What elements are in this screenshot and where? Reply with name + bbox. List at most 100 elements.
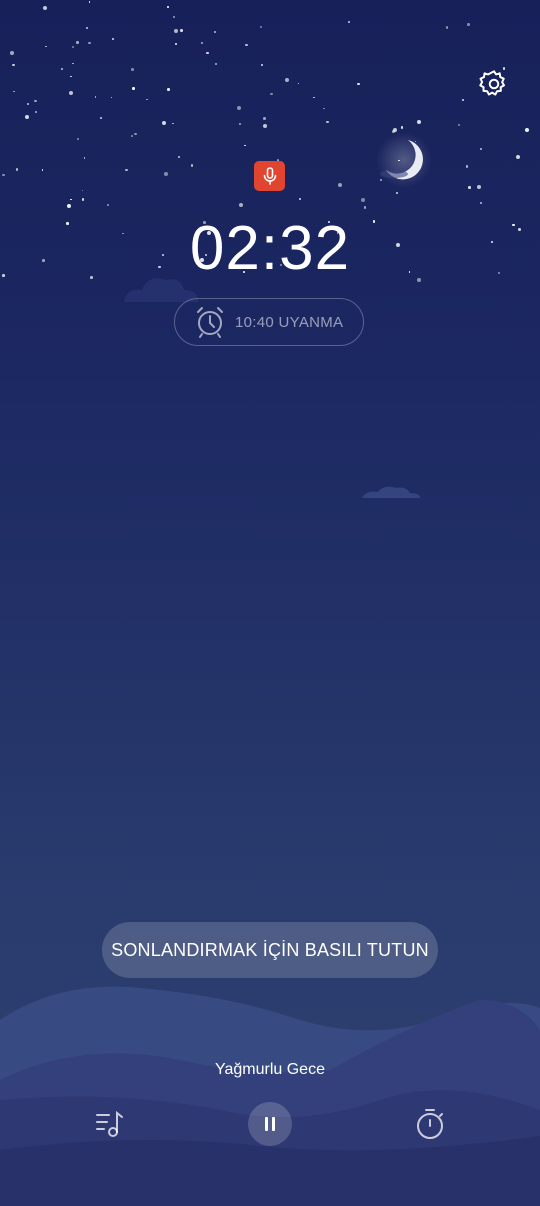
star <box>476 185 481 190</box>
star <box>15 168 19 171</box>
star <box>67 204 72 208</box>
star <box>348 21 351 24</box>
star <box>131 68 134 71</box>
stopwatch-icon <box>417 1109 443 1139</box>
hills-background <box>0 986 540 1206</box>
alarm-label: 10:40 UYANMA <box>235 313 344 331</box>
star <box>134 132 137 136</box>
star <box>190 164 194 167</box>
recording-indicator <box>254 161 285 191</box>
star <box>81 198 85 201</box>
star <box>298 197 302 201</box>
star <box>480 147 482 150</box>
star <box>213 30 217 33</box>
star <box>243 144 246 147</box>
star <box>467 23 470 26</box>
star <box>68 91 73 96</box>
star <box>81 189 84 192</box>
star <box>312 96 315 99</box>
pause-button[interactable] <box>248 1102 292 1146</box>
gear-icon <box>479 70 505 96</box>
star <box>172 122 174 125</box>
star <box>161 121 166 126</box>
playlist-button[interactable] <box>90 1104 130 1144</box>
star <box>88 0 91 3</box>
star <box>245 43 248 47</box>
star <box>111 37 115 40</box>
star <box>260 26 263 28</box>
alarm-button[interactable]: 10:40 UYANMA <box>174 298 364 346</box>
star <box>326 120 329 124</box>
star <box>270 92 273 96</box>
star <box>72 62 74 65</box>
star <box>43 5 48 10</box>
star <box>12 90 15 93</box>
star <box>106 203 109 206</box>
clock-time: 02:32 <box>189 214 351 283</box>
star <box>72 46 75 48</box>
star <box>2 173 5 176</box>
star <box>468 186 471 189</box>
star <box>164 172 169 177</box>
star <box>457 123 461 126</box>
star <box>200 41 203 45</box>
star <box>12 63 15 66</box>
star <box>25 115 30 120</box>
star <box>363 206 366 209</box>
star <box>172 15 176 19</box>
star <box>173 28 178 33</box>
star <box>177 155 181 159</box>
cloud <box>362 486 420 498</box>
star <box>45 45 47 48</box>
star <box>88 41 91 45</box>
star <box>323 107 326 110</box>
star <box>125 168 128 172</box>
star <box>480 201 483 204</box>
star <box>61 68 63 71</box>
microphone-icon <box>263 167 276 185</box>
hold-to-end-button[interactable]: SONLANDIRMAK İÇİN BASILI TUTUN <box>102 922 438 978</box>
alarm-clock-icon <box>197 307 223 338</box>
star <box>76 41 79 44</box>
star <box>400 126 404 129</box>
star <box>515 155 520 160</box>
star <box>238 123 241 125</box>
star <box>34 99 37 103</box>
star <box>166 6 169 8</box>
settings-button[interactable] <box>476 66 512 102</box>
star <box>110 96 113 99</box>
track-title: Yağmurlu Gece <box>215 1061 325 1078</box>
star <box>238 203 243 207</box>
star <box>416 120 421 125</box>
star <box>83 156 86 159</box>
sleep-timer-button[interactable] <box>410 1104 450 1144</box>
pause-icon <box>265 1117 275 1131</box>
star <box>361 198 366 202</box>
star <box>445 26 449 29</box>
star <box>465 165 469 168</box>
star <box>284 78 289 83</box>
star <box>27 103 30 106</box>
star <box>69 75 72 78</box>
star <box>337 183 342 188</box>
star <box>263 124 268 129</box>
star <box>357 82 360 86</box>
star <box>35 111 38 114</box>
star <box>263 117 266 120</box>
star <box>167 88 170 91</box>
star <box>237 106 242 111</box>
star <box>214 62 218 65</box>
star <box>77 138 79 141</box>
playlist-music-icon <box>96 1110 123 1137</box>
star <box>94 96 97 99</box>
star <box>180 29 183 32</box>
star <box>85 26 89 29</box>
star <box>297 82 300 85</box>
star <box>100 117 102 120</box>
star <box>206 51 209 54</box>
moon-icon <box>376 132 432 188</box>
star <box>132 87 135 90</box>
star <box>146 98 149 101</box>
star <box>175 43 177 45</box>
star <box>69 198 72 201</box>
